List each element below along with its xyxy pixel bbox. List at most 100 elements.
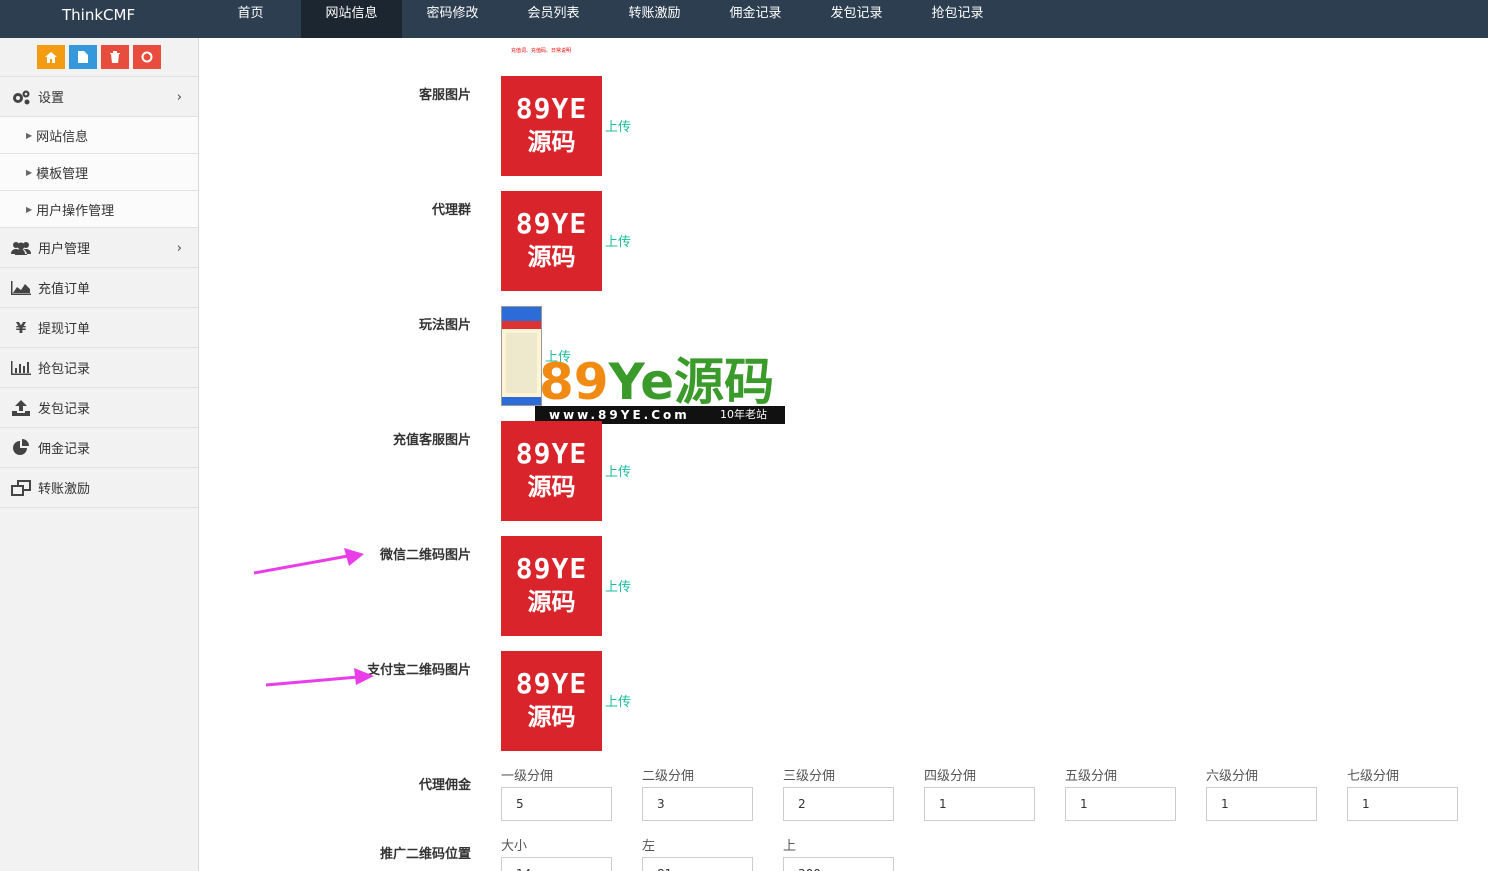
hint-note: 充值词、充值码、日常说明 xyxy=(511,48,572,54)
yen-icon: ¥ xyxy=(15,318,27,337)
upload-recharge-service-link[interactable]: 上传 xyxy=(605,461,631,480)
field-label-qr-position: 推广二维码位置 xyxy=(379,847,471,862)
sidebar-subitem-site-info[interactable]: ▶ 网站信息 xyxy=(0,117,198,154)
logo-text-line1: 89YE xyxy=(515,92,588,125)
commission-level-label: 三级分佣 xyxy=(783,769,836,784)
sidebar-item-label: 充值订单 xyxy=(38,282,91,297)
commission-level-6-input[interactable]: 1 xyxy=(1206,787,1317,821)
upload-alipay-qr-link[interactable]: 上传 xyxy=(605,691,631,710)
commission-level-label: 一级分佣 xyxy=(501,769,554,784)
sidebar-item-recharge-orders[interactable]: 充值订单 xyxy=(0,268,198,308)
commission-level-label: 四级分佣 xyxy=(924,769,977,784)
nav-password[interactable]: 密码修改 xyxy=(402,0,503,38)
commission-level-label: 五级分佣 xyxy=(1065,769,1118,784)
alipay-qr-image-preview[interactable]: 89YE 源码 xyxy=(501,651,602,751)
nav-members[interactable]: 会员列表 xyxy=(503,0,604,38)
sidebar-item-settings[interactable]: 设置 › xyxy=(0,77,198,117)
sidebar-subitem-templates[interactable]: ▶ 模板管理 xyxy=(0,154,198,191)
commission-level-3-input[interactable]: 2 xyxy=(783,787,894,821)
agent-group-image-preview[interactable]: 89YE 源码 xyxy=(501,191,602,291)
sidebar-item-users[interactable]: 用户管理 › xyxy=(0,228,198,268)
trash-shortcut-button[interactable] xyxy=(101,45,129,69)
caret-right-icon: ▶ xyxy=(26,167,33,177)
qr-top-label: 上 xyxy=(783,839,797,854)
sidebar-subitem-user-actions[interactable]: ▶ 用户操作管理 xyxy=(0,191,198,228)
nav-transfer[interactable]: 转账激励 xyxy=(604,0,705,38)
qr-size-label: 大小 xyxy=(501,839,528,854)
commission-level-4-input[interactable]: 1 xyxy=(924,787,1035,821)
home-shortcut-button[interactable] xyxy=(37,45,65,69)
field-label-recharge-service-image: 充值客服图片 xyxy=(392,433,471,448)
commission-level-6: 六级分佣 1 xyxy=(1206,765,1317,821)
commission-level-1-input[interactable]: 5 xyxy=(501,787,612,821)
brand-logo[interactable]: ThinkCMF xyxy=(62,0,135,30)
sidebar-item-grab-records[interactable]: 抢包记录 xyxy=(0,348,198,388)
sidebar-item-send-records[interactable]: 发包记录 xyxy=(0,388,198,428)
commission-level-5: 五级分佣 1 xyxy=(1065,765,1176,821)
logo-text-line2: 源码 xyxy=(527,128,576,156)
sidebar-item-label: 发包记录 xyxy=(38,402,91,417)
recycle-shortcut-button[interactable] xyxy=(133,45,161,69)
bar-chart-icon xyxy=(10,360,32,375)
home-icon xyxy=(45,51,57,63)
commission-level-label: 七级分佣 xyxy=(1347,769,1400,784)
nav-commission[interactable]: 佣金记录 xyxy=(705,0,806,38)
sidebar-item-withdraw-orders[interactable]: ¥ 提现订单 xyxy=(0,308,198,348)
qr-top-field: 上 300 xyxy=(783,835,894,871)
top-navbar: ThinkCMF 首页 网站信息 密码修改 会员列表 转账激励 佣金记录 发包记… xyxy=(0,0,1488,38)
annotation-arrow-icon xyxy=(253,548,364,575)
logo-text-line2: 源码 xyxy=(527,588,576,616)
file-icon xyxy=(78,51,88,63)
commission-level-2: 二级分佣 3 xyxy=(642,765,753,821)
logo-text-line1: 89YE xyxy=(515,207,588,240)
upload-wechat-qr-link[interactable]: 上传 xyxy=(605,576,631,595)
commission-level-label: 六级分佣 xyxy=(1206,769,1259,784)
sidebar-item-label: 佣金记录 xyxy=(38,442,91,457)
recharge-service-image-preview[interactable]: 89YE 源码 xyxy=(501,421,602,521)
qr-left-input[interactable]: 81 xyxy=(642,857,753,871)
sidebar-subitem-label: 网站信息 xyxy=(36,129,89,145)
recycle-icon xyxy=(141,51,153,63)
logo-text-line2: 源码 xyxy=(527,243,576,271)
logo-text-line1: 89YE xyxy=(515,552,588,585)
caret-right-icon: ▶ xyxy=(26,204,33,214)
watermark-brand-a: 89 xyxy=(539,353,609,411)
field-label-wechat-qr: 微信二维码图片 xyxy=(379,548,471,563)
logo-text-line2: 源码 xyxy=(527,703,576,731)
sidebar-item-label: 提现订单 xyxy=(38,322,91,337)
sidebar-item-commission-records[interactable]: 佣金记录 xyxy=(0,428,198,468)
sidebar-subitem-label: 用户操作管理 xyxy=(36,203,115,219)
wechat-qr-image-preview[interactable]: 89YE 源码 xyxy=(501,536,602,636)
nav-home[interactable]: 首页 xyxy=(200,0,301,38)
commission-level-4: 四级分佣 1 xyxy=(924,765,1035,821)
nav-site-info[interactable]: 网站信息 xyxy=(301,0,402,38)
upload-service-image-link[interactable]: 上传 xyxy=(605,116,631,135)
commission-level-7: 七级分佣 1 xyxy=(1347,765,1458,821)
sidebar-item-label: 抢包记录 xyxy=(38,362,91,377)
qr-left-field: 左 81 xyxy=(642,835,753,871)
chevron-right-icon: › xyxy=(176,241,182,256)
commission-level-7-input[interactable]: 1 xyxy=(1347,787,1458,821)
commission-level-5-input[interactable]: 1 xyxy=(1065,787,1176,821)
sidebar: 设置 › ▶ 网站信息 ▶ 模板管理 ▶ 用户操作管理 用户管理 › 充值订单 … xyxy=(0,38,199,871)
qr-size-input[interactable]: 14 xyxy=(501,857,612,871)
nav-send-packet[interactable]: 发包记录 xyxy=(806,0,907,38)
sidebar-item-transfer-incentive[interactable]: 转账激励 xyxy=(0,468,198,508)
qr-top-input[interactable]: 300 xyxy=(783,857,894,871)
main-content: 充值词、充值码、日常说明 客服图片 89YE 源码 上传 代理群 89YE 源码… xyxy=(200,38,1488,871)
main-nav: 首页 网站信息 密码修改 会员列表 转账激励 佣金记录 发包记录 抢包记录 xyxy=(200,0,1008,38)
users-icon xyxy=(10,241,32,255)
service-image-preview[interactable]: 89YE 源码 xyxy=(501,76,602,176)
commission-level-2-input[interactable]: 3 xyxy=(642,787,753,821)
field-label-service-image: 客服图片 xyxy=(418,88,471,103)
file-shortcut-button[interactable] xyxy=(69,45,97,69)
logo-text-line1: 89YE xyxy=(515,667,588,700)
commission-level-label: 二级分佣 xyxy=(642,769,695,784)
chevron-right-icon: › xyxy=(176,90,182,105)
watermark-slogan: 10年老站 xyxy=(720,408,767,421)
nav-grab-packet[interactable]: 抢包记录 xyxy=(907,0,1008,38)
commission-level-3: 三级分佣 2 xyxy=(783,765,894,821)
caret-right-icon: ▶ xyxy=(26,130,33,140)
upload-agent-group-link[interactable]: 上传 xyxy=(605,231,631,250)
windows-icon xyxy=(10,479,32,496)
